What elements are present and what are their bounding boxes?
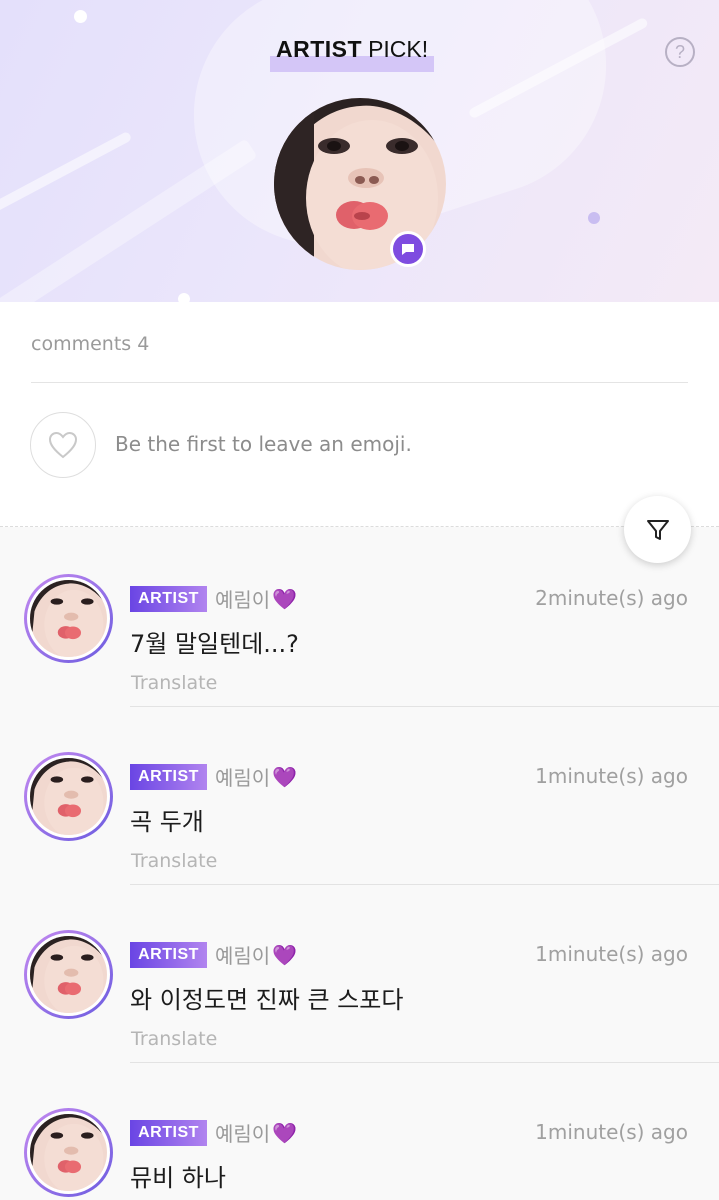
- comments-count: comments 4: [31, 333, 150, 355]
- decorative-stripe: [0, 138, 258, 302]
- comment-text: 7월 말일텐데...?: [130, 630, 299, 658]
- comment-item: ARTIST 예림이 💜 1minute(s) ago 뮤비 하나: [0, 1062, 719, 1200]
- artist-pick-page: ARTIST PICK! ? comments 4 Be the first t…: [0, 0, 719, 1200]
- username-text: 예림이: [215, 766, 271, 790]
- comment-time: 1minute(s) ago: [535, 1120, 688, 1144]
- help-button[interactable]: ?: [665, 37, 695, 67]
- commenter-avatar[interactable]: [24, 1108, 113, 1197]
- divider: [31, 382, 688, 383]
- page-title: ARTIST PICK!: [270, 36, 435, 72]
- commenter-avatar[interactable]: [24, 574, 113, 663]
- commenter-name[interactable]: 예림이 💜: [215, 584, 297, 613]
- decorative-stripe: [0, 130, 133, 220]
- commenter-name[interactable]: 예림이 💜: [215, 1118, 297, 1147]
- comment-item: ARTIST 예림이 💜 1minute(s) ago 와 이정도면 진짜 큰 …: [0, 884, 719, 1062]
- divider: [130, 1062, 719, 1063]
- translate-link[interactable]: Translate: [131, 850, 217, 872]
- username-text: 예림이: [215, 1122, 271, 1146]
- chat-badge-icon: [390, 231, 426, 267]
- artist-badge: ARTIST: [130, 942, 207, 968]
- comment-text: 뮤비 하나: [130, 1164, 226, 1192]
- username-text: 예림이: [215, 588, 271, 612]
- artist-badge: ARTIST: [130, 1120, 207, 1146]
- comment-time: 1minute(s) ago: [535, 764, 688, 788]
- page-title-rest: PICK!: [368, 36, 429, 62]
- divider: [130, 884, 719, 885]
- page-title-bold: ARTIST: [276, 36, 363, 62]
- username-text: 예림이: [215, 944, 271, 968]
- artist-avatar[interactable]: [274, 98, 446, 270]
- emoji-prompt[interactable]: Be the first to leave an emoji.: [115, 432, 412, 456]
- decorative-dot: [74, 10, 87, 23]
- dashed-divider: [0, 526, 719, 527]
- decorative-dot: [178, 293, 190, 302]
- translate-link[interactable]: Translate: [131, 1028, 217, 1050]
- commenter-avatar[interactable]: [24, 930, 113, 1019]
- purple-heart-icon: 💜: [272, 942, 298, 967]
- commenter-avatar[interactable]: [24, 752, 113, 841]
- comment-item: ARTIST 예림이 💜 2minute(s) ago 7월 말일텐데...? …: [0, 528, 719, 706]
- translate-link[interactable]: Translate: [131, 672, 217, 694]
- comment-item: ARTIST 예림이 💜 1minute(s) ago 곡 두개 Transla…: [0, 706, 719, 884]
- emoji-heart-button[interactable]: [30, 412, 96, 478]
- commenter-name[interactable]: 예림이 💜: [215, 762, 297, 791]
- decorative-dot: [588, 212, 600, 224]
- purple-heart-icon: 💜: [272, 764, 298, 789]
- purple-heart-icon: 💜: [272, 586, 298, 611]
- commenter-name[interactable]: 예림이 💜: [215, 940, 297, 969]
- question-icon: ?: [674, 41, 685, 62]
- heart-outline-icon: [48, 431, 78, 459]
- divider: [130, 706, 719, 707]
- purple-heart-icon: 💜: [272, 1120, 298, 1145]
- artist-badge: ARTIST: [130, 764, 207, 790]
- comment-time: 1minute(s) ago: [535, 942, 688, 966]
- artist-badge: ARTIST: [130, 586, 207, 612]
- header-banner: ARTIST PICK! ?: [0, 0, 719, 302]
- comment-time: 2minute(s) ago: [535, 586, 688, 610]
- comment-text: 와 이정도면 진짜 큰 스포다: [130, 986, 404, 1014]
- comment-text: 곡 두개: [130, 808, 204, 836]
